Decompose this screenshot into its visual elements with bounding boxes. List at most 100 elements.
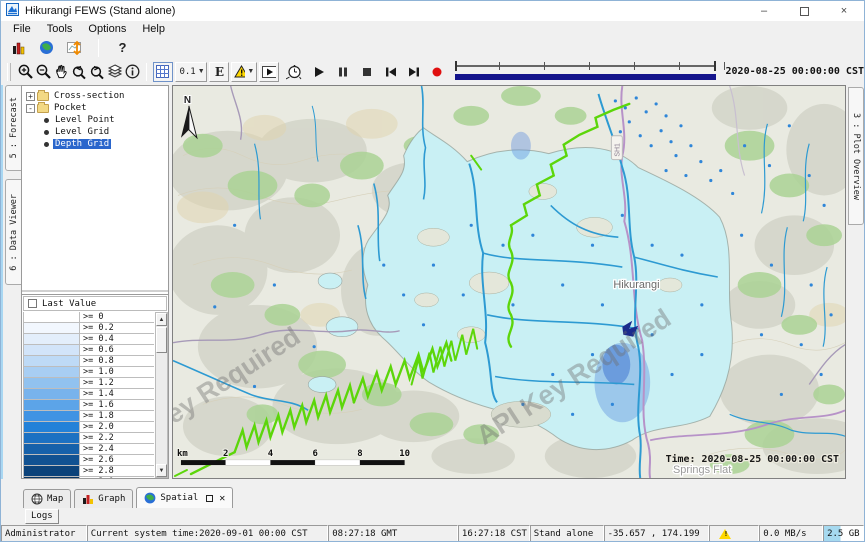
legend-entry[interactable]: >= 0 [24, 312, 154, 323]
chevron-down-icon: ▼ [198, 68, 205, 75]
animation-player-button[interactable] [259, 62, 279, 82]
pan-hand-icon[interactable] [53, 62, 70, 82]
expander-icon[interactable]: + [26, 92, 35, 101]
legend-entry[interactable]: >= 0.8 [24, 356, 154, 367]
menu-options[interactable]: Options [80, 23, 134, 35]
zoom-in-icon[interactable] [17, 62, 35, 82]
map-toolbar: 0.1 ▼ E ▼ [1, 58, 864, 85]
layer-tree: + Cross-section - Pocket Level Point Lev… [22, 86, 168, 292]
maximize-button[interactable] [784, 1, 824, 21]
legend-swatch [24, 323, 80, 333]
tab-data-viewer[interactable]: 6 : Data Viewer [5, 179, 22, 285]
tab-spatial[interactable]: Spatial ✕ [136, 487, 233, 508]
label-springs-flat: Springs Flat [673, 464, 731, 476]
zoom-previous-icon[interactable] [70, 62, 88, 82]
legend-entry[interactable]: >= 2.6 [24, 455, 154, 466]
legend-entry[interactable]: >= 2.8 [24, 466, 154, 477]
info-icon[interactable] [124, 62, 141, 82]
legend-swatch [24, 312, 80, 322]
legend-entry[interactable]: >= 1.2 [24, 378, 154, 389]
toolbar-grip[interactable] [7, 63, 11, 81]
svg-text:SH1: SH1 [614, 143, 621, 157]
status-memory: 2.5 GB [823, 525, 864, 542]
svg-text:2: 2 [223, 449, 228, 459]
stop-button[interactable] [359, 62, 375, 82]
legend-entry[interactable]: >= 1.6 [24, 400, 154, 411]
legend-entry[interactable]: >= 0.6 [24, 345, 154, 356]
menu-file[interactable]: File [5, 23, 39, 35]
profile-button[interactable]: E [209, 62, 229, 82]
tab-forecast[interactable]: 5 : Forecast [5, 85, 22, 171]
zoom-next-icon[interactable] [88, 62, 106, 82]
scroll-down-icon[interactable]: ▼ [156, 464, 167, 477]
legend-swatch [24, 356, 80, 366]
map-time-label: Time: 2020-08-25 00:00:00 CST [666, 453, 839, 465]
legend-entry[interactable]: >= 1.4 [24, 389, 154, 400]
close-tab-icon[interactable]: ✕ [219, 493, 225, 504]
map-canvas[interactable]: SH1 API Key Required API Key Required Hi… [172, 85, 846, 479]
main-area: 5 : Forecast 6 : Data Viewer + Cross-sec… [1, 85, 864, 479]
legend-swatch [24, 466, 80, 476]
legend-entry[interactable]: >= 2.2 [24, 433, 154, 444]
scroll-up-icon[interactable]: ▲ [156, 313, 167, 326]
logs-row: Logs [1, 509, 864, 525]
warning-threshold-button[interactable]: ▼ [231, 62, 257, 82]
zoom-out-icon[interactable] [35, 62, 53, 82]
help-button[interactable]: ? [113, 38, 132, 58]
main-toolbar: ? [1, 37, 864, 58]
menubar: File Tools Options Help [1, 21, 864, 37]
legend-entry[interactable]: >= 2.0 [24, 422, 154, 433]
logs-button[interactable]: Logs [25, 509, 59, 524]
profile-label: E [215, 65, 224, 79]
legend-entry[interactable]: >= 0.4 [24, 334, 154, 345]
timeseries-chart-icon[interactable] [65, 38, 84, 58]
close-button[interactable]: × [824, 1, 864, 21]
layer-bullet-icon [44, 142, 49, 147]
legend-entry[interactable]: >= 0.2 [24, 323, 154, 334]
menu-help[interactable]: Help [134, 23, 173, 35]
play-button[interactable] [311, 62, 327, 82]
legend-scrollbar[interactable]: ▲ ▼ [155, 312, 168, 478]
tree-item-pocket[interactable]: - Pocket [22, 102, 168, 114]
scrollbar-thumb[interactable] [156, 327, 167, 353]
contour-interval-combo[interactable]: 0.1 ▼ [175, 62, 208, 82]
timeline-datetime: 2020-08-25 00:00:00 CST [726, 66, 864, 77]
last-value-checkbox[interactable] [28, 299, 37, 308]
pause-button[interactable] [335, 62, 351, 82]
chevron-down-icon: ▼ [247, 68, 254, 75]
tree-item-level-grid[interactable]: Level Grid [22, 126, 168, 138]
tree-item-cross-section[interactable]: + Cross-section [22, 90, 168, 102]
time-slider[interactable] [453, 61, 717, 83]
legend-swatch [24, 367, 80, 377]
left-dock-strip: 5 : Forecast 6 : Data Viewer [1, 85, 21, 479]
tab-map[interactable]: Map [23, 489, 71, 508]
animation-timer-icon[interactable] [286, 62, 303, 82]
go-to-end-button[interactable] [407, 62, 423, 82]
legend-entry[interactable]: >= 2.4 [24, 444, 154, 455]
tab-plot-overview[interactable]: 3 : Plot Overview [848, 87, 864, 225]
legend-swatch [24, 378, 80, 388]
tree-item-level-point[interactable]: Level Point [22, 114, 168, 126]
record-button[interactable] [429, 62, 445, 82]
layers-icon[interactable] [106, 62, 124, 82]
legend-entry[interactable]: >= 3.0 [24, 477, 154, 478]
timeline-data-bar [455, 74, 715, 80]
last-value-label: Last Value [42, 299, 96, 309]
legend-entry[interactable]: >= 1.8 [24, 411, 154, 422]
warning-icon[interactable] [719, 529, 731, 539]
legend-swatch [24, 334, 80, 344]
grid-display-button[interactable] [153, 62, 173, 82]
float-panel-icon[interactable] [206, 495, 213, 502]
globe-explorer-icon[interactable] [37, 38, 56, 58]
database-bars-icon[interactable] [9, 38, 28, 58]
menu-tools[interactable]: Tools [39, 23, 81, 35]
view-tabbar: Map Graph Spatial ✕ [1, 479, 864, 509]
tree-item-depth-grid[interactable]: Depth Grid [22, 138, 168, 150]
legend-entry[interactable]: >= 1.0 [24, 367, 154, 378]
bar-chart-icon [82, 493, 94, 505]
tab-graph[interactable]: Graph [74, 489, 133, 508]
svg-text:4: 4 [268, 449, 273, 459]
expander-icon[interactable]: - [26, 104, 35, 113]
go-to-start-button[interactable] [383, 62, 399, 82]
minimize-button[interactable]: – [744, 1, 784, 21]
